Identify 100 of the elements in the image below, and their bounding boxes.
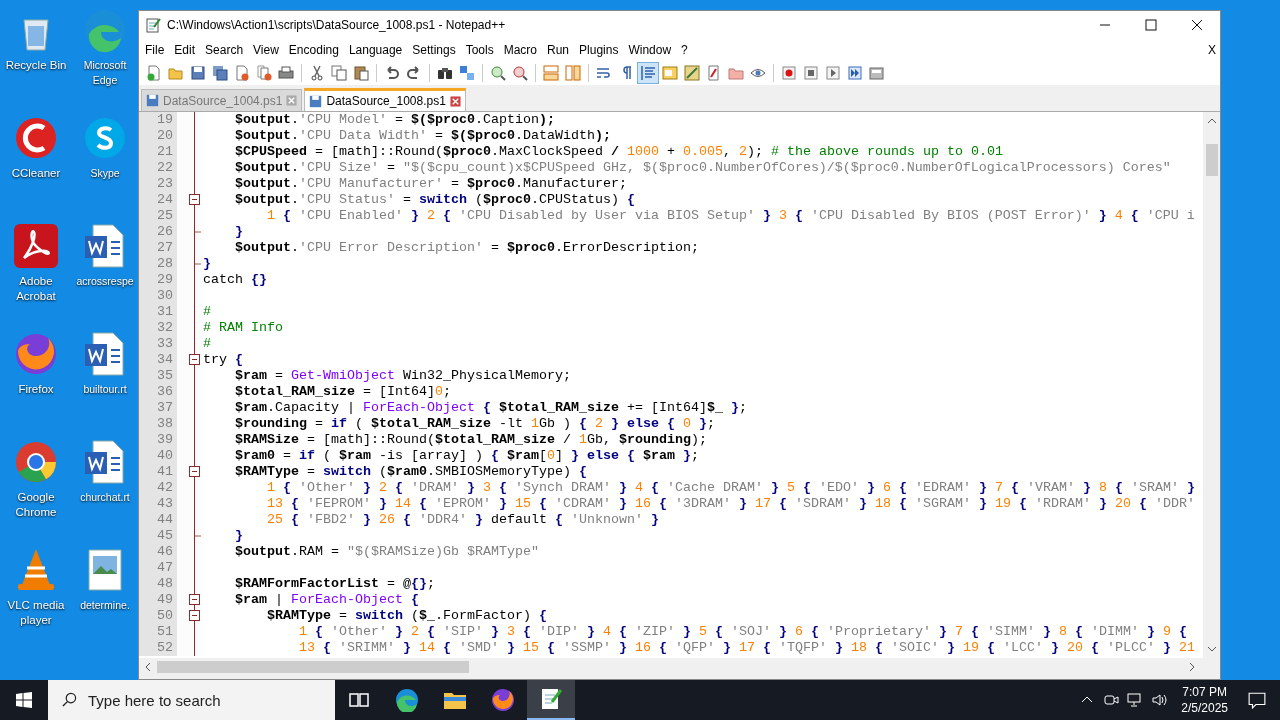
code-line: 1 { 'CPU Enabled' } 2 { 'CPU Disabled by User via BIOS Setup' } 3 { 'CPU Disabled By BIOS (POST Error)' } 4 { 'CPU i: [266, 208, 1195, 224]
icon-label: Microsoft Edge: [82, 58, 128, 88]
line-number: 33: [139, 336, 177, 352]
line-number: 30: [139, 288, 177, 304]
line-number: 23: [139, 176, 177, 192]
menu-item[interactable]: Search: [205, 43, 249, 57]
menu-item[interactable]: File: [145, 43, 170, 57]
search-icon: [62, 692, 77, 707]
close-icon[interactable]: [449, 95, 461, 107]
close-document-button[interactable]: X: [1208, 43, 1220, 57]
code-line: $ram = Get-WmiObject Win32_PhysicalMemory;: [234, 368, 571, 384]
camera-icon[interactable]: [1103, 692, 1120, 708]
icon-label: Google Chrome: [14, 490, 58, 520]
scroll-up-icon[interactable]: [1206, 118, 1217, 124]
code-line: $ram0 = if ( $ram -is [array] ) { $ram[0] } else { $ram };: [234, 448, 699, 464]
code-line: $RAMType = switch ($ram0.SMBIOSMemoryType) {: [234, 464, 587, 480]
copy-icon[interactable]: [328, 62, 350, 84]
network-icon[interactable]: [1127, 692, 1144, 708]
notification-icon[interactable]: [1248, 691, 1266, 709]
code-line: }: [234, 528, 243, 544]
line-number: 51: [139, 624, 177, 640]
code-line: 1 { 'Other' } 2 { 'DRAM' } 3 { 'Synch DRAM' } 4 { 'Cache DRAM' } 5 { 'EDO' } 6 { 'EDRAM' } 7 { 'VRAM' } 8 { 'SRAM' }: [266, 480, 1195, 496]
fold-marker[interactable]: [189, 194, 200, 205]
menu-item[interactable]: Macro: [503, 43, 542, 57]
line-number: 37: [139, 400, 177, 416]
search-field[interactable]: Type here to search: [48, 680, 335, 720]
icon-label: CCleaner: [10, 166, 62, 181]
fold-marker[interactable]: [189, 594, 200, 605]
vertical-scrollbar[interactable]: [1203, 112, 1220, 658]
code-line: $ram.Capacity | ForEach-Object { $total_RAM_size += [Int64]$_ };: [234, 400, 747, 416]
code-line: $output.'CPU Manufacturer' = $proc0.Manufacturer;: [234, 176, 627, 192]
code-line: catch {}: [203, 272, 267, 288]
scroll-thumb[interactable]: [1205, 144, 1218, 176]
code-line: }: [203, 256, 211, 272]
window-title: C:\Windows\Action1\scripts\DataSource_1008.ps1 - Notepad++: [167, 18, 507, 32]
scroll-thumb[interactable]: [157, 660, 469, 673]
menu-item[interactable]: ?: [681, 43, 693, 57]
fold-marker[interactable]: [189, 610, 200, 621]
code-line: 25 { 'FBD2' } 26 { 'DDR4' } default { 'Unknown' }: [266, 512, 659, 528]
icon-label: builtour.rt: [82, 382, 128, 397]
menu-item[interactable]: Tools: [465, 43, 499, 57]
line-number: 26: [139, 224, 177, 240]
windows-start-icon[interactable]: [16, 692, 32, 708]
line-number: 52: [139, 640, 177, 656]
code-line: $output.'CPU Size' = "$($cpu_count)x$CPUSpeed GHz, $($proc0.NumberOfCores)/$($proc0.NumberOfLogicalProcessors) Cores": [234, 160, 1171, 176]
line-number: 43: [139, 496, 177, 512]
menu-item[interactable]: Window: [628, 43, 677, 57]
fold-marker[interactable]: [189, 354, 200, 365]
code-line: $ram | ForEach-Object {: [234, 592, 419, 608]
acrobat-icon[interactable]: [12, 222, 60, 270]
code-line: $output.'CPU Error Description' = $proc0.ErrorDescription;: [234, 240, 699, 256]
scroll-left-icon[interactable]: [145, 661, 151, 672]
fold-marker[interactable]: [189, 466, 200, 477]
code-line: # RAM Info: [203, 320, 283, 336]
menu-item[interactable]: Edit: [174, 43, 201, 57]
icon-label: Skype: [89, 166, 121, 181]
menu-item[interactable]: View: [253, 43, 284, 57]
line-number: 34: [139, 352, 177, 368]
icon-label: Recycle Bin: [4, 58, 68, 73]
menu-item[interactable]: Plugins: [579, 43, 624, 57]
menu-item[interactable]: Encoding: [288, 43, 344, 57]
notepad-icon: [145, 17, 161, 33]
code-line: }: [234, 224, 243, 240]
code-line: $CPUSpeed = [math]::Round($proc0.MaxClockSpeed / 1000 + 0.005, 2); # the above rounds up to 0.01: [234, 144, 1003, 160]
clock-time: 7:07 PM: [1182, 684, 1227, 700]
menu-item[interactable]: Language: [348, 43, 408, 57]
code-line: try {: [203, 352, 243, 368]
icon-label: Adobe Acrobat: [15, 274, 57, 304]
menu-item[interactable]: Run: [547, 43, 575, 57]
map-icon[interactable]: [681, 62, 703, 84]
menu-item[interactable]: Settings: [412, 43, 461, 57]
line-number: 29: [139, 272, 177, 288]
file-tab[interactable]: DataSource_1008.ps1: [304, 88, 466, 111]
scroll-down-icon[interactable]: [1206, 646, 1217, 652]
scroll-right-icon[interactable]: [1189, 661, 1195, 672]
code-line: $output.'CPU Data Width' = $($proc0.DataWidth);: [234, 128, 611, 144]
notepad-icon: [539, 687, 563, 711]
code-line: 1 { 'Other' } 2 { 'SIP' } 3 { 'DIP' } 4 { 'ZIP' } 5 { 'SOJ' } 6 { 'Proprietary' } 7 { 'SIMM' } 8 { 'DIMM' } 9 {: [297, 624, 1187, 640]
indent-guide-icon[interactable]: [637, 62, 659, 84]
notepad-taskbar-button[interactable]: [527, 680, 575, 720]
code-line: $RAMType = switch ($_.FormFactor) {: [266, 608, 547, 624]
clock-date: 2/5/2025: [1181, 700, 1228, 716]
code-line: #: [203, 304, 211, 320]
code-line: $output.'CPU Model' = $($proc0.Caption);: [234, 112, 555, 128]
line-number: 39: [139, 432, 177, 448]
code-line: 13 { 'FEPROM' } 14 { 'EPROM' } 15 { 'CDRAM' } 16 { '3DRAM' } 17 { 'SDRAM' } 18 { 'SGRAM' } 19 { 'RDRAM' } 20 { 'DDR': [266, 496, 1195, 512]
code-line: $rounding = if ( $total_RAM_size -lt 1Gb ) { 2 } else { 0 };: [234, 416, 715, 432]
icon-label: acrossrespe: [75, 274, 135, 289]
line-number: 38: [139, 416, 177, 432]
line-number: 49: [139, 592, 177, 608]
line-number: 19: [139, 112, 177, 128]
save-icon: [146, 94, 159, 107]
speaker-icon[interactable]: [1151, 692, 1168, 708]
line-number: 28: [139, 256, 177, 272]
icon-label: Firefox: [17, 382, 55, 397]
icon-label: VLC media player: [6, 598, 66, 628]
line-number: 25: [139, 208, 177, 224]
line-number: 44: [139, 512, 177, 528]
tab-label: DataSource_1008.ps1: [326, 94, 446, 108]
code-line: $output.RAM = "$($RAMSize)Gb $RAMType": [234, 544, 539, 560]
